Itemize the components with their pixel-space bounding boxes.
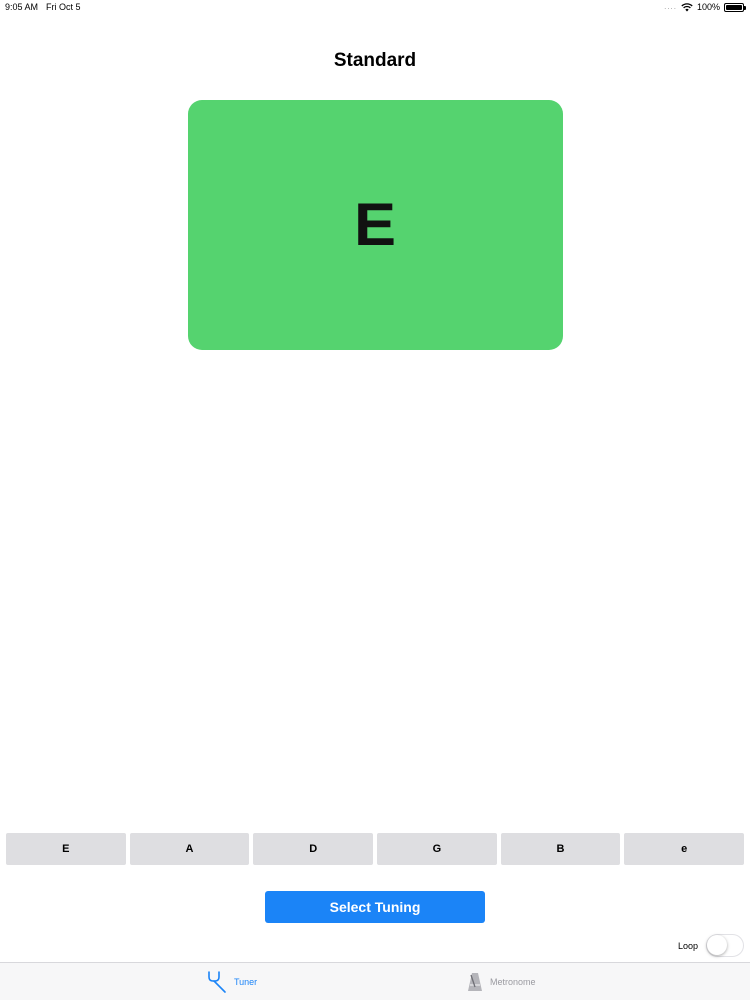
string-button-a[interactable]: A	[129, 833, 250, 865]
tuning-title: Standard	[333, 50, 417, 71]
tuning-fork-icon	[206, 970, 228, 994]
status-left: 9:05 AM Fri Oct 5	[5, 2, 81, 12]
string-button-d[interactable]: D	[253, 833, 374, 865]
tab-tuner[interactable]: Tuner	[206, 963, 257, 1000]
metronome-icon	[466, 971, 484, 993]
string-button-low-e[interactable]: E	[6, 833, 126, 865]
string-button-g[interactable]: G	[377, 833, 497, 865]
wifi-icon	[681, 2, 693, 12]
loop-toggle[interactable]	[706, 934, 744, 957]
select-tuning-button[interactable]: Select Tuning	[265, 891, 485, 923]
tab-metronome-label: Metronome	[490, 977, 536, 987]
string-button-b[interactable]: B	[500, 833, 621, 865]
status-bar: 9:05 AM Fri Oct 5 .... 100%	[0, 0, 750, 16]
tuner-screen: 9:05 AM Fri Oct 5 .... 100% Standard E E…	[0, 0, 750, 1000]
battery-icon	[724, 2, 746, 12]
signal-icon: ....	[664, 1, 677, 11]
string-button-high-e[interactable]: e	[624, 833, 745, 865]
status-time: 9:05 AM	[5, 2, 39, 12]
note-display: E	[188, 100, 563, 350]
battery-percent: 100%	[696, 2, 720, 12]
tab-bar: Tuner Metronome	[0, 962, 750, 1000]
string-buttons: E A D G B e	[6, 833, 745, 865]
loop-control: Loop	[678, 934, 744, 957]
status-right: .... 100%	[664, 1, 746, 12]
loop-label: Loop	[677, 940, 698, 951]
status-date: Fri Oct 5	[46, 2, 81, 12]
tab-metronome[interactable]: Metronome	[466, 963, 536, 1000]
toggle-knob	[707, 935, 727, 955]
tab-tuner-label: Tuner	[234, 977, 258, 987]
current-note: E	[354, 190, 397, 258]
